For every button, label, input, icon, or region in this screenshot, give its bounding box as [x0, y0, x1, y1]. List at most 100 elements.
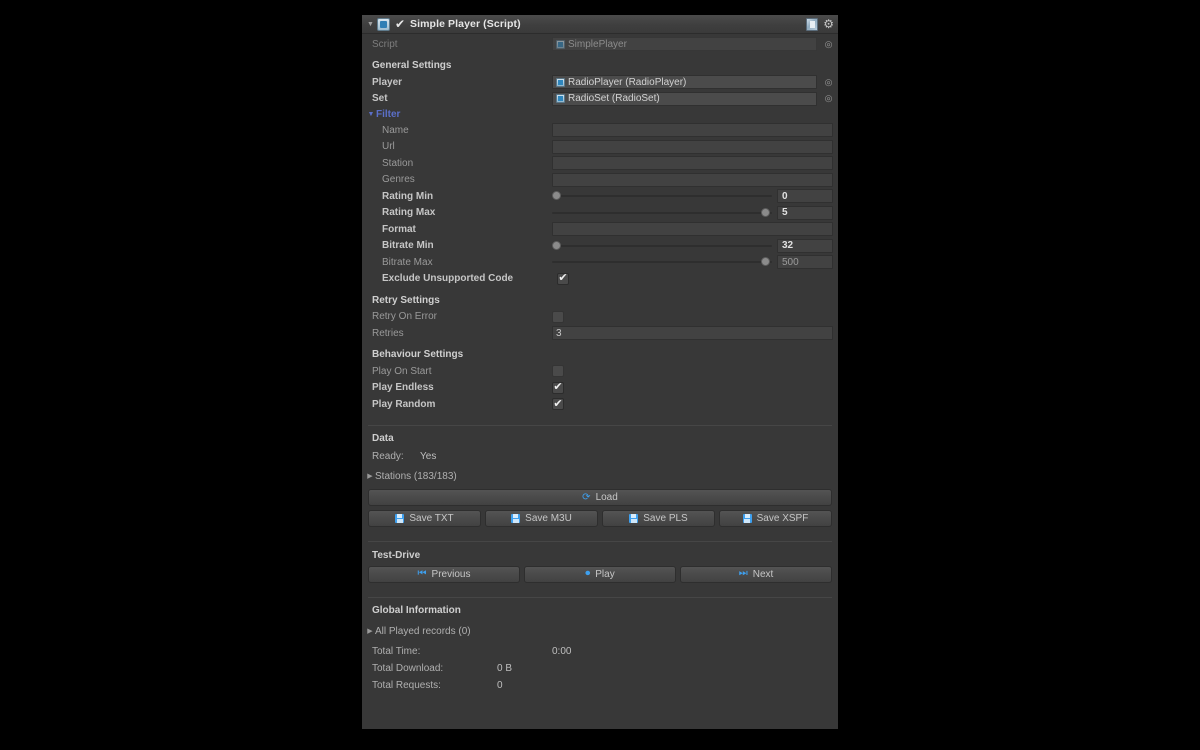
component-header[interactable]: ▼ ✔ Simple Player (Script) ⚙: [362, 15, 838, 34]
filter-bitrate-min-control[interactable]: 32: [552, 238, 833, 253]
set-field[interactable]: RadioSet (RadioSet): [552, 91, 817, 106]
save-icon: [511, 514, 521, 523]
retry-on-error-checkbox[interactable]: [552, 310, 564, 323]
play-button[interactable]: ⏺ Play: [524, 565, 676, 583]
load-button[interactable]: ⟳ Load: [368, 489, 832, 506]
filter-rating-min-label: Rating Min: [382, 190, 434, 202]
next-button[interactable]: ⏭ Next: [680, 565, 832, 583]
play-endless-label: Play Endless: [372, 382, 434, 394]
behaviour-settings-title: Behaviour Settings: [372, 349, 464, 361]
filter-bitrate-min-label: Bitrate Min: [382, 240, 434, 252]
play-on-start-checkbox[interactable]: [552, 365, 564, 378]
filter-bitrate-max-slider[interactable]: [552, 255, 772, 269]
filter-foldout-icon[interactable]: ▼: [366, 111, 376, 118]
filter-bitrate-max-value[interactable]: 500: [777, 255, 833, 270]
play-random-row: Play Random ✔: [362, 396, 838, 413]
filter-name-input[interactable]: [552, 123, 833, 138]
filter-foldout-label: Filter: [376, 109, 401, 120]
slider-track: [552, 244, 772, 247]
filter-rating-max-control[interactable]: 5: [552, 205, 833, 220]
filter-station-input[interactable]: [552, 156, 833, 171]
filter-url-input[interactable]: [552, 139, 833, 154]
set-row: Set RadioSet (RadioSet) ◎: [362, 91, 838, 108]
filter-station-row: Station: [362, 155, 838, 172]
play-icon: ⏺: [585, 568, 591, 579]
filter-exclude-label: Exclude Unsupported Code: [382, 273, 514, 285]
play-endless-row: Play Endless ✔: [362, 380, 838, 397]
load-button-label: Load: [595, 492, 618, 503]
slider-knob[interactable]: [761, 207, 770, 217]
component-enabled-checkbox[interactable]: ✔: [394, 18, 406, 30]
slider-track: [552, 261, 772, 264]
filter-rating-min-slider[interactable]: [552, 189, 772, 203]
filter-exclude-checkbox[interactable]: ✔: [557, 272, 569, 285]
filter-rating-max-value[interactable]: 5: [777, 205, 833, 220]
save-pls-button[interactable]: Save PLS: [602, 510, 715, 527]
ready-label: Ready:: [372, 451, 404, 462]
set-picker-icon[interactable]: ◎: [822, 94, 835, 103]
filter-rating-max-label: Rating Max: [382, 207, 436, 219]
separator-testdrive: [368, 541, 832, 542]
total-download-label: Total Download:: [372, 663, 444, 674]
filter-format-input[interactable]: [552, 222, 833, 237]
gear-icon[interactable]: ⚙: [823, 18, 834, 30]
slider-knob[interactable]: [552, 191, 561, 201]
retry-on-error-label: Retry On Error: [372, 311, 438, 323]
test-drive-title: Test-Drive: [372, 549, 421, 561]
total-time-label: Total Time:: [372, 646, 421, 657]
play-on-start-label: Play On Start: [372, 365, 432, 377]
filter-rating-min-control[interactable]: 0: [552, 189, 833, 204]
save-m3u-button[interactable]: Save M3U: [485, 510, 598, 527]
script-picker-icon[interactable]: ◎: [822, 39, 835, 49]
stations-foldout[interactable]: ▶ Stations (183/183): [362, 466, 838, 486]
save-icon: [629, 514, 639, 523]
stations-foldout-icon[interactable]: ▶: [365, 473, 375, 480]
slider-knob[interactable]: [552, 240, 561, 250]
save-txt-button[interactable]: Save TXT: [368, 510, 481, 527]
previous-button-label: Previous: [431, 568, 471, 580]
retry-settings-title: Retry Settings: [372, 294, 440, 306]
player-picker-icon[interactable]: ◎: [822, 77, 835, 87]
set-field-value: RadioSet (RadioSet): [568, 93, 660, 105]
filter-bitrate-max-row: Bitrate Max 500: [362, 254, 838, 271]
slider-track: [552, 195, 772, 198]
save-icon: [742, 514, 752, 523]
refresh-icon: ⟳: [582, 491, 591, 503]
global-information-title: Global Information: [372, 605, 461, 617]
all-played-foldout[interactable]: ▶ All Played records (0): [362, 619, 838, 643]
save-xspf-button[interactable]: Save XSPF: [719, 510, 832, 527]
component-title: Simple Player (Script): [410, 18, 521, 30]
filter-genres-input[interactable]: [552, 172, 833, 187]
load-button-row: ⟳ Load: [362, 489, 838, 506]
stations-label: Stations (183/183): [375, 470, 457, 482]
all-played-foldout-icon[interactable]: ▶: [365, 628, 375, 635]
script-row: Script SimplePlayer ◎: [362, 36, 838, 53]
total-time-row: Total Time: 0:00: [362, 643, 838, 660]
play-random-checkbox[interactable]: ✔: [552, 398, 564, 411]
total-download-value: 0 B: [497, 663, 513, 674]
filter-rating-min-value[interactable]: 0: [777, 189, 833, 204]
component-foldout-icon[interactable]: ▼: [365, 19, 376, 30]
previous-button[interactable]: ⏮ Previous: [368, 565, 520, 583]
filter-name-label: Name: [382, 124, 409, 136]
filter-foldout[interactable]: ▼ Filter: [362, 107, 838, 122]
script-field-value: SimplePlayer: [568, 38, 627, 50]
filter-rating-min-row: Rating Min 0: [362, 188, 838, 205]
play-endless-checkbox[interactable]: ✔: [552, 381, 564, 394]
filter-name-row: Name: [362, 122, 838, 139]
filter-rating-max-slider[interactable]: [552, 206, 772, 220]
retries-input[interactable]: 3: [552, 326, 833, 341]
filter-bitrate-max-control[interactable]: 500: [552, 255, 833, 270]
all-played-label: All Played records (0): [375, 625, 471, 637]
filter-bitrate-min-value[interactable]: 32: [777, 238, 833, 253]
filter-bitrate-min-slider[interactable]: [552, 239, 772, 253]
slider-knob[interactable]: [761, 257, 770, 267]
filter-bitrate-max-label: Bitrate Max: [382, 256, 433, 268]
player-label: Player: [372, 76, 403, 88]
filter-genres-row: Genres: [362, 172, 838, 189]
separator-globalinfo: [368, 596, 832, 598]
player-field[interactable]: RadioPlayer (RadioPlayer): [552, 75, 817, 90]
help-icon[interactable]: [806, 17, 819, 31]
ready-row: Ready: Yes: [362, 447, 838, 466]
filter-rating-max-row: Rating Max 5: [362, 205, 838, 222]
